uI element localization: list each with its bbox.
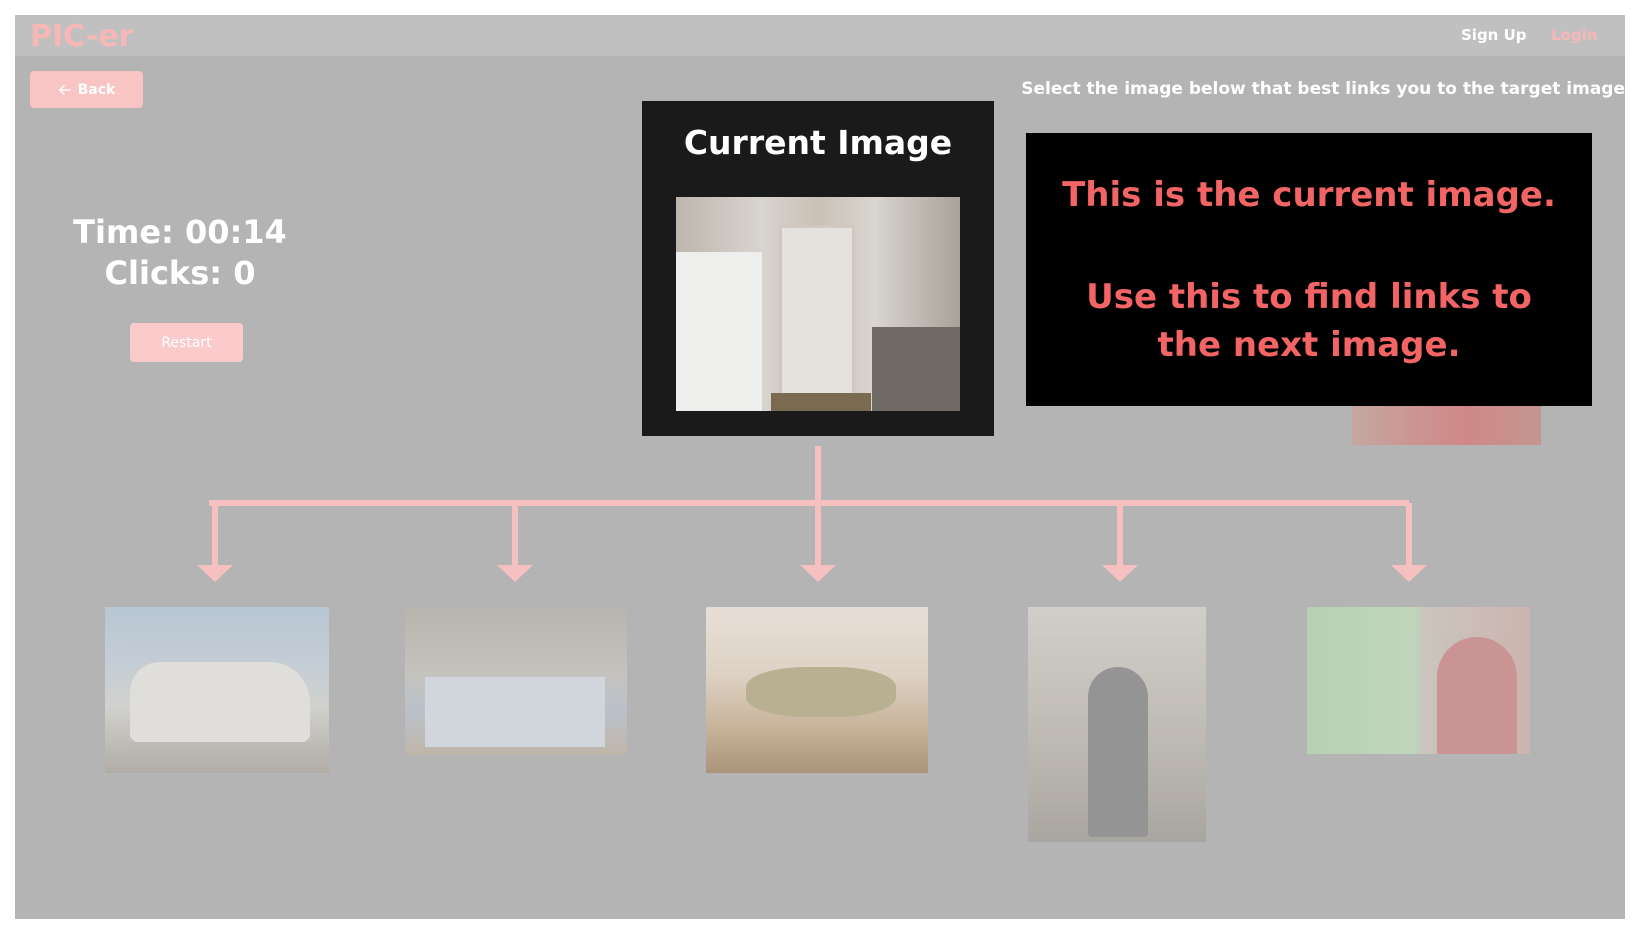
choice-image-3-food bbox=[746, 667, 896, 717]
choice-image-1-car bbox=[130, 662, 310, 742]
arrow-down-icon bbox=[197, 565, 233, 582]
game-stats: Time: 00:14 Clicks: 0 bbox=[55, 212, 305, 294]
choice-image-5-person bbox=[1437, 637, 1517, 754]
current-image-fridge bbox=[676, 252, 762, 411]
restart-button[interactable]: Restart bbox=[130, 323, 243, 362]
choice-image-2-bed bbox=[425, 677, 605, 747]
back-button-label: Back bbox=[77, 81, 116, 98]
timer-text: Time: 00:14 bbox=[73, 213, 287, 251]
current-image-floor bbox=[771, 393, 871, 411]
choice-image-3[interactable] bbox=[706, 607, 928, 773]
current-image bbox=[676, 197, 960, 411]
target-image-peek bbox=[1352, 406, 1541, 445]
arrow-down-icon bbox=[1391, 565, 1427, 582]
arrow-down-icon bbox=[800, 565, 836, 582]
arrow-left-icon bbox=[58, 84, 71, 95]
brand-logo[interactable]: PIC-er bbox=[30, 19, 133, 54]
current-image-title: Current Image bbox=[683, 123, 953, 162]
clicks-text: Clicks: 0 bbox=[104, 254, 256, 292]
arrow-down-icon bbox=[1102, 565, 1138, 582]
login-link[interactable]: Login bbox=[1551, 26, 1597, 44]
choice-image-4-man bbox=[1088, 667, 1148, 837]
back-button[interactable]: Back bbox=[30, 71, 143, 108]
instruction-text: Select the image below that best links y… bbox=[1021, 79, 1625, 99]
current-image-counter bbox=[872, 327, 960, 411]
tutorial-tooltip: This is the current image. Use this to f… bbox=[1026, 133, 1592, 406]
choice-image-5[interactable] bbox=[1307, 607, 1530, 754]
choice-image-4[interactable] bbox=[1028, 607, 1206, 842]
choice-image-1[interactable] bbox=[105, 607, 329, 773]
tooltip-line-1: This is the current image. bbox=[1062, 175, 1556, 215]
navbar: PIC-er Sign Up Login bbox=[15, 15, 1625, 56]
signup-link[interactable]: Sign Up bbox=[1461, 26, 1527, 44]
app-root: PIC-er Sign Up Login Back Select the ima… bbox=[15, 15, 1625, 919]
current-image-panel: Current Image bbox=[642, 101, 994, 436]
current-image-door bbox=[779, 225, 855, 401]
choice-image-2[interactable] bbox=[405, 607, 627, 755]
arrow-down-icon bbox=[497, 565, 533, 582]
tooltip-line-2: Use this to find links to the next image… bbox=[1086, 277, 1532, 365]
